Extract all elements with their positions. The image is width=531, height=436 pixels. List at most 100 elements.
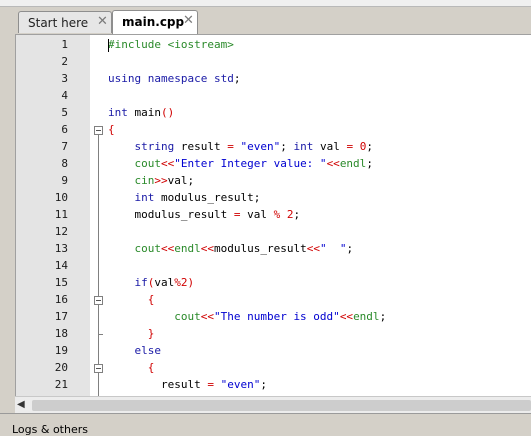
code-token: else <box>108 344 161 357</box>
code-editor[interactable]: 1 2 3 4 5 6 7 8 9 10 11 12 13 14 15 16 17 18 19 20 21 #inclu… <box>15 34 531 397</box>
code-token: int <box>108 191 161 204</box>
line-number: 15 <box>54 276 68 289</box>
code-line: if(val%2) <box>108 276 194 289</box>
code-token: % <box>273 208 287 221</box>
code-token: = <box>346 140 360 153</box>
code-token: "Enter Integer value: " <box>174 157 327 170</box>
code-token: << <box>200 310 214 323</box>
fold-toggle-icon[interactable] <box>94 126 103 135</box>
tab-main-cpp[interactable]: main.cpp ✕ <box>112 10 198 34</box>
line-number: 9 <box>61 174 68 187</box>
line-number: 19 <box>54 344 68 357</box>
line-number: 5 <box>61 106 68 119</box>
line-number: 2 <box>61 55 68 68</box>
code-token: val <box>247 208 274 221</box>
code-token: % <box>174 276 181 289</box>
code-line: string result = "even"; int val = 0; <box>108 140 373 153</box>
code-token: ; <box>366 140 373 153</box>
code-token: { <box>108 293 155 306</box>
code-line: else <box>108 344 161 357</box>
code-line: modulus_result = val % 2; <box>108 208 300 221</box>
code-token: 2 <box>180 276 188 289</box>
code-token: std <box>213 72 234 85</box>
code-token: " " <box>319 242 347 255</box>
code-token: "The number is odd" <box>213 310 340 323</box>
code-token: modulus_result <box>108 208 234 221</box>
code-line: { <box>108 293 155 306</box>
code-line: cin>>val; <box>108 174 194 187</box>
code-line: using namespace std; <box>108 72 240 85</box>
code-token: = <box>227 140 241 153</box>
scroll-left-icon[interactable]: ◀ <box>17 399 28 412</box>
code-token: string <box>108 140 181 153</box>
line-number: 17 <box>54 310 68 323</box>
line-number: 20 <box>54 361 68 374</box>
code-token: ; <box>379 310 387 323</box>
line-number: 13 <box>54 242 68 255</box>
code-token: = <box>233 208 248 221</box>
code-token: ; <box>280 140 294 153</box>
line-number: 12 <box>54 225 68 238</box>
tab-start-here[interactable]: Start here ✕ <box>18 11 112 33</box>
line-number: 10 <box>54 191 68 204</box>
code-token: cout <box>108 157 161 170</box>
line-number: 18 <box>54 327 68 340</box>
code-token: main <box>134 106 162 119</box>
fold-guide <box>98 135 99 397</box>
code-line: int modulus_result; <box>108 191 260 204</box>
code-token: "even" <box>240 140 281 153</box>
line-number: 14 <box>54 259 68 272</box>
line-number: 3 <box>61 72 68 85</box>
code-token: val <box>319 140 347 153</box>
line-number: 1 <box>61 38 68 51</box>
code-token: val <box>167 174 188 187</box>
code-line: cout<<"Enter Integer value: "<<endl; <box>108 157 372 170</box>
code-token: << <box>160 157 175 170</box>
line-number: 7 <box>61 140 68 153</box>
code-token: result <box>180 140 228 153</box>
code-token: "even" <box>220 378 261 391</box>
code-token: cout <box>108 310 201 323</box>
code-token: << <box>326 157 340 170</box>
code-token: val <box>154 276 175 289</box>
close-icon[interactable]: ✕ <box>183 13 194 28</box>
top-toolbar-strip <box>0 0 531 7</box>
code-token: ; <box>253 191 261 204</box>
code-token: cin <box>108 174 155 187</box>
code-token: >> <box>154 174 168 187</box>
code-line: } <box>108 327 155 340</box>
code-token: int <box>108 106 135 119</box>
bottom-panel: Logs & others <box>0 413 531 436</box>
line-number: 21 <box>54 378 68 391</box>
code-token: = <box>207 378 221 391</box>
line-number: 16 <box>54 293 68 306</box>
code-line: cout<<"The number is odd"<<endl; <box>108 310 386 323</box>
code-area[interactable]: #include <iostream> using namespace std; i… <box>108 35 531 397</box>
fold-toggle-icon[interactable] <box>94 364 103 373</box>
scrollbar-thumb[interactable] <box>32 400 531 411</box>
line-number: 11 <box>54 208 68 221</box>
code-token: } <box>108 327 155 340</box>
code-token: { <box>108 361 155 374</box>
code-token: int <box>293 140 320 153</box>
editor-tab-bar: Start here ✕ main.cpp ✕ <box>0 7 531 34</box>
code-token: ; <box>187 174 195 187</box>
tab-label: main.cpp <box>122 15 185 29</box>
code-token: endl <box>174 242 201 255</box>
code-token: modulus_result <box>160 191 254 204</box>
code-token: << <box>160 242 175 255</box>
code-token: cout <box>108 242 161 255</box>
close-icon[interactable]: ✕ <box>97 14 108 29</box>
code-token: ; <box>293 208 301 221</box>
code-token: ; <box>260 378 267 391</box>
code-line: int main() <box>108 106 174 119</box>
fold-toggle-icon[interactable] <box>94 296 103 305</box>
horizontal-scrollbar[interactable]: ◀ <box>15 396 531 414</box>
line-number: 4 <box>61 89 68 102</box>
code-token: modulus_result <box>213 242 307 255</box>
logs-panel-title[interactable]: Logs & others <box>12 423 88 436</box>
line-number-gutter: 1 2 3 4 5 6 7 8 9 10 11 12 13 14 15 16 17 18 19 20 21 <box>16 35 90 397</box>
code-token: #include <iostream> <box>108 38 234 51</box>
code-token: endl <box>339 157 367 170</box>
code-token: using namespace <box>108 72 214 85</box>
